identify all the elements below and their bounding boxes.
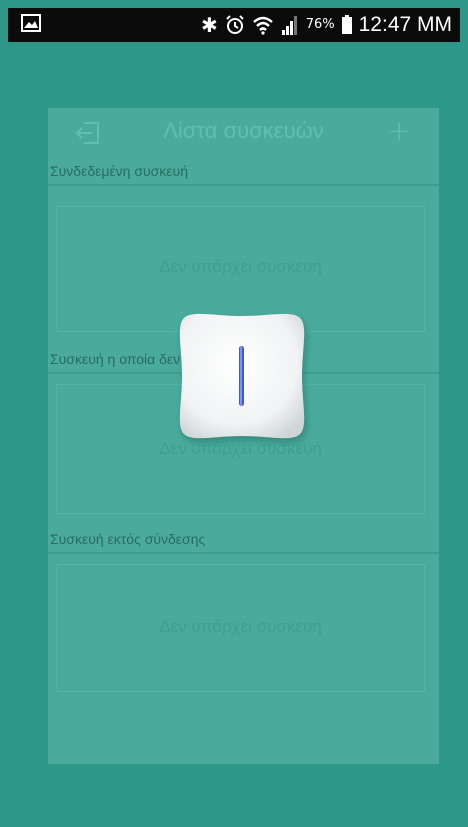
battery-percent: 76% <box>305 17 335 32</box>
section-label-connected: Συνδεδεμένη συσκευή <box>48 156 439 186</box>
gallery-icon <box>21 14 41 32</box>
status-bar: ✱ 76% 12:47 MM <box>8 8 460 42</box>
signal-icon <box>281 16 297 35</box>
device-loading-icon <box>179 313 305 439</box>
bluetooth-icon: ✱ <box>200 13 218 37</box>
header: Λίστα συσκευών + <box>48 108 439 156</box>
section-offline-list: Δεν υπάρχει συσκευή <box>56 564 425 692</box>
empty-message: Δεν υπάρχει συσκευή <box>159 617 322 636</box>
wifi-icon <box>252 16 273 35</box>
add-device-button[interactable]: + <box>388 114 411 147</box>
alarm-icon <box>226 15 244 34</box>
app-screen: Λίστα συσκευών + Συνδεδεμένη συσκευή Δεν… <box>8 42 460 827</box>
status-icons: ✱ 76% 12:47 MM <box>201 8 452 42</box>
empty-message: Δεν υπάρχει συσκευή <box>159 257 322 276</box>
battery-icon <box>341 14 352 34</box>
page-title: Λίστα συσκευών <box>163 118 324 143</box>
clock: 12:47 MM <box>358 13 452 36</box>
section-label-offline: Συσκευή εκτός σύνδεσης <box>48 524 439 554</box>
